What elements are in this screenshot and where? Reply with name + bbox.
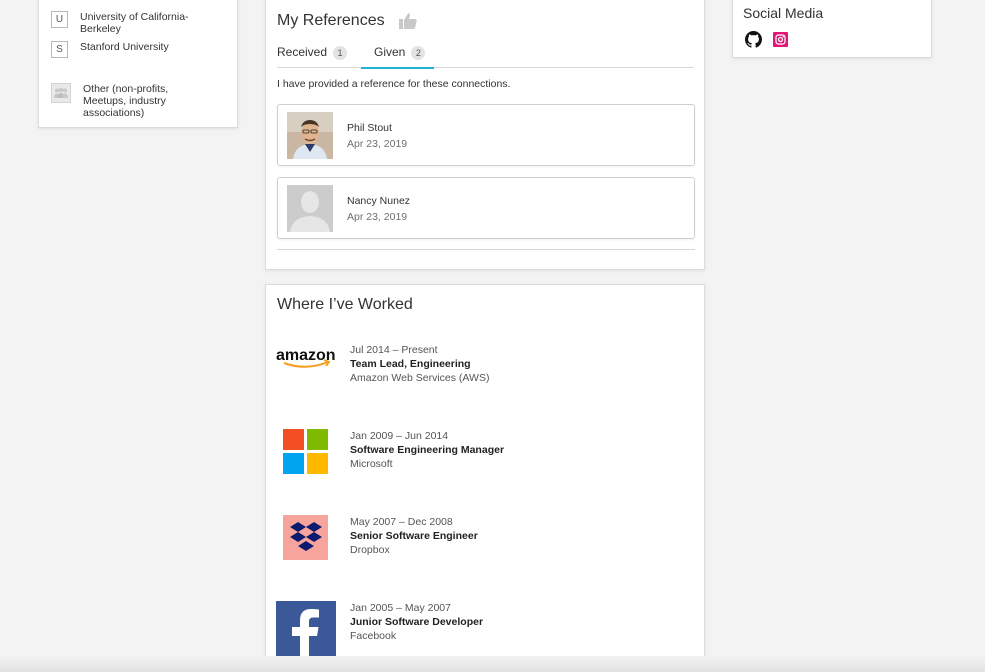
facebook-logo	[276, 601, 336, 661]
job-item[interactable]: Jan 2005 – May 2007 Junior Software Deve…	[276, 601, 676, 661]
divider	[277, 249, 695, 250]
job-item[interactable]: Jan 2009 – Jun 2014 Software Engineering…	[276, 429, 676, 489]
school-badge: U	[51, 11, 68, 28]
references-tabs: Received 1 Given 2	[277, 45, 694, 69]
thumbs-up-icon	[398, 12, 418, 30]
job-role: Junior Software Developer	[350, 616, 484, 628]
bottom-fade	[0, 656, 985, 672]
job-role: Software Engineering Manager	[350, 444, 505, 456]
avatar	[287, 112, 333, 159]
amazon-logo: amazon	[276, 343, 336, 403]
tab-given[interactable]: Given 2	[361, 45, 434, 69]
job-dates: Jan 2009 – Jun 2014	[350, 430, 449, 442]
instagram-icon[interactable]	[773, 32, 788, 47]
school-name: Stanford University	[80, 41, 169, 53]
microsoft-logo	[276, 429, 336, 489]
job-company: Microsoft	[350, 458, 393, 470]
reference-name: Phil Stout	[347, 122, 392, 134]
job-details: May 2007 – Dec 2008 Senior Software Engi…	[350, 515, 478, 557]
github-icon[interactable]	[745, 31, 762, 48]
tab-count-badge: 2	[411, 46, 426, 60]
job-dates: Jan 2005 – May 2007	[350, 602, 451, 614]
other-organizations: Other (non-profits, Meetups, industry as…	[83, 83, 169, 119]
group-icon	[51, 83, 71, 103]
job-dates: Jul 2014 – Present	[350, 344, 438, 356]
tab-received[interactable]: Received 1	[277, 45, 361, 68]
education-item[interactable]: S Stanford University	[51, 41, 205, 58]
reference-item[interactable]: Phil Stout Apr 23, 2019	[277, 104, 695, 166]
tab-count-badge: 1	[333, 46, 348, 60]
reference-date: Apr 23, 2019	[347, 138, 408, 150]
work-title: Where I’ve Worked	[277, 296, 413, 313]
education-card: U University of California-Berkeley S St…	[38, 0, 238, 128]
references-title: My References	[277, 12, 385, 29]
references-card: My References Received 1 Given 2 I have …	[265, 0, 705, 270]
social-media-title: Social Media	[743, 5, 824, 21]
dropbox-logo	[276, 515, 336, 575]
reference-item[interactable]: Nancy Nunez Apr 23, 2019	[277, 177, 695, 239]
tab-label: Received	[277, 45, 328, 59]
default-avatar-icon	[287, 185, 333, 232]
reference-name: Nancy Nunez	[347, 195, 411, 207]
job-item[interactable]: May 2007 – Dec 2008 Senior Software Engi…	[276, 515, 676, 575]
social-media-card: Social Media	[732, 0, 932, 58]
education-item[interactable]: U University of California-Berkeley	[51, 11, 205, 35]
school-badge: S	[51, 41, 68, 58]
education-item-other[interactable]: Other (non-profits, Meetups, industry as…	[51, 83, 208, 119]
job-company: Facebook	[350, 630, 397, 642]
job-dates: May 2007 – Dec 2008	[350, 516, 453, 528]
work-history-card: Where I’ve Worked amazon Jul 2014 – Pres…	[265, 284, 705, 672]
school-name: University of California-Berkeley	[80, 11, 189, 35]
references-description: I have provided a reference for these co…	[277, 78, 511, 90]
job-item[interactable]: amazon Jul 2014 – Present Team Lead, Eng…	[276, 343, 676, 403]
job-company: Dropbox	[350, 544, 390, 556]
job-company: Amazon Web Services (AWS)	[350, 372, 490, 384]
reference-date: Apr 23, 2019	[347, 211, 408, 223]
job-role: Senior Software Engineer	[350, 530, 478, 542]
job-role: Team Lead, Engineering	[350, 358, 471, 370]
job-details: Jan 2009 – Jun 2014 Software Engineering…	[350, 429, 504, 471]
tab-label: Given	[374, 45, 406, 59]
job-details: Jan 2005 – May 2007 Junior Software Deve…	[350, 601, 483, 643]
job-details: Jul 2014 – Present Team Lead, Engineerin…	[350, 343, 489, 385]
